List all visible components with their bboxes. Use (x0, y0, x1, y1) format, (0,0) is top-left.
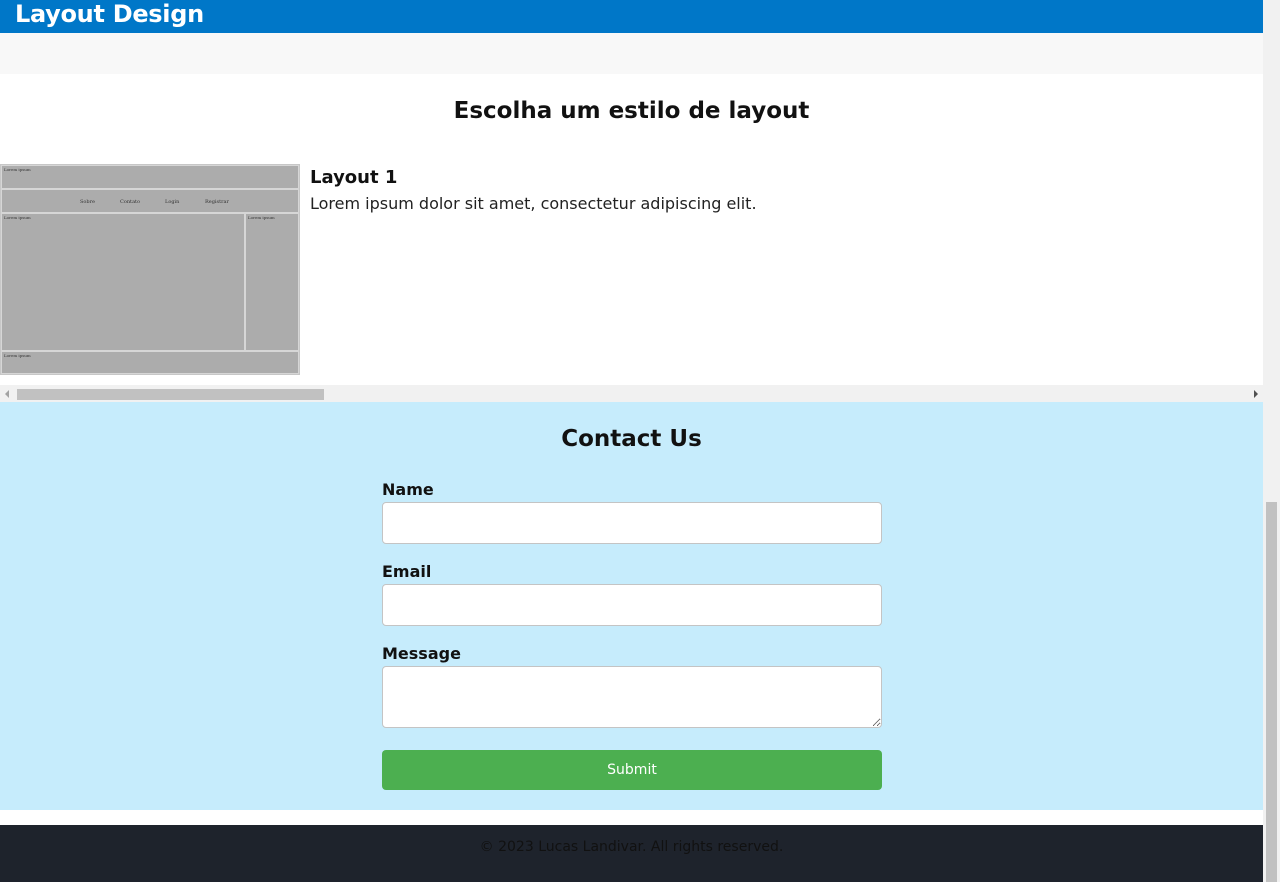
thumb-nav-item: Registrar (205, 199, 229, 205)
name-input[interactable] (382, 502, 882, 544)
thumb-footer-block: Lorem ipsum (1, 351, 299, 374)
email-label: Email (382, 562, 432, 581)
thumb-main-block: Lorem ipsum (1, 213, 245, 351)
site-brand[interactable]: Layout Design (15, 0, 204, 28)
layout-thumbnail[interactable]: Lorem ipsum Sobre Contato Login Registra… (0, 164, 300, 375)
message-textarea[interactable] (382, 666, 882, 728)
layout-card[interactable]: Lorem ipsum Sobre Contato Login Registra… (0, 164, 1263, 375)
vertical-scrollbar[interactable] (1263, 0, 1280, 882)
thumb-nav-item: Login (165, 199, 180, 205)
contact-title: Contact Us (561, 426, 702, 452)
thumb-aside-label: Lorem ipsum (248, 215, 275, 220)
layout-section-title: Escolha um estilo de layout (453, 98, 810, 124)
thumb-nav-item: Contato (120, 199, 141, 205)
submit-button[interactable]: Submit (382, 750, 882, 790)
message-label: Message (382, 644, 461, 663)
thumb-main-label: Lorem ipsum (4, 215, 31, 220)
thumb-header-label: Lorem ipsum (4, 167, 31, 172)
footer-copyright: © 2023 Lucas Landivar. All rights reserv… (479, 839, 784, 855)
name-label: Name (382, 480, 434, 499)
layout-card-description: Lorem ipsum dolor sit amet, consectetur … (310, 194, 757, 213)
email-input[interactable] (382, 584, 882, 626)
site-footer: © 2023 Lucas Landivar. All rights reserv… (0, 825, 1263, 882)
vertical-scroll-thumb[interactable] (1266, 502, 1277, 882)
thumb-aside-block: Lorem ipsum (245, 213, 299, 351)
scroll-right-arrow-icon[interactable] (1254, 390, 1258, 398)
layout-card-title: Layout 1 (310, 167, 398, 188)
layout-section: Escolha um estilo de layout Lorem ipsum … (0, 74, 1263, 402)
layout-card-info: Layout 1 Lorem ipsum dolor sit amet, con… (310, 167, 757, 213)
thumb-nav-item: Sobre (80, 199, 95, 205)
section-gap (0, 810, 1263, 825)
horizontal-scroll-thumb[interactable] (17, 389, 324, 400)
thumb-header-block: Lorem ipsum (1, 165, 299, 189)
contact-section: Contact Us Name Email Message Submit (0, 402, 1263, 810)
thumb-nav-block: Sobre Contato Login Registrar (1, 189, 299, 213)
site-header: Layout Design (0, 0, 1263, 33)
scroll-left-arrow-icon[interactable] (5, 390, 9, 398)
intro-section (0, 33, 1263, 74)
page: Layout Design Escolha um estilo de layou… (0, 0, 1263, 882)
thumb-footer-label: Lorem ipsum (4, 353, 31, 358)
horizontal-scrollbar[interactable] (0, 385, 1263, 402)
